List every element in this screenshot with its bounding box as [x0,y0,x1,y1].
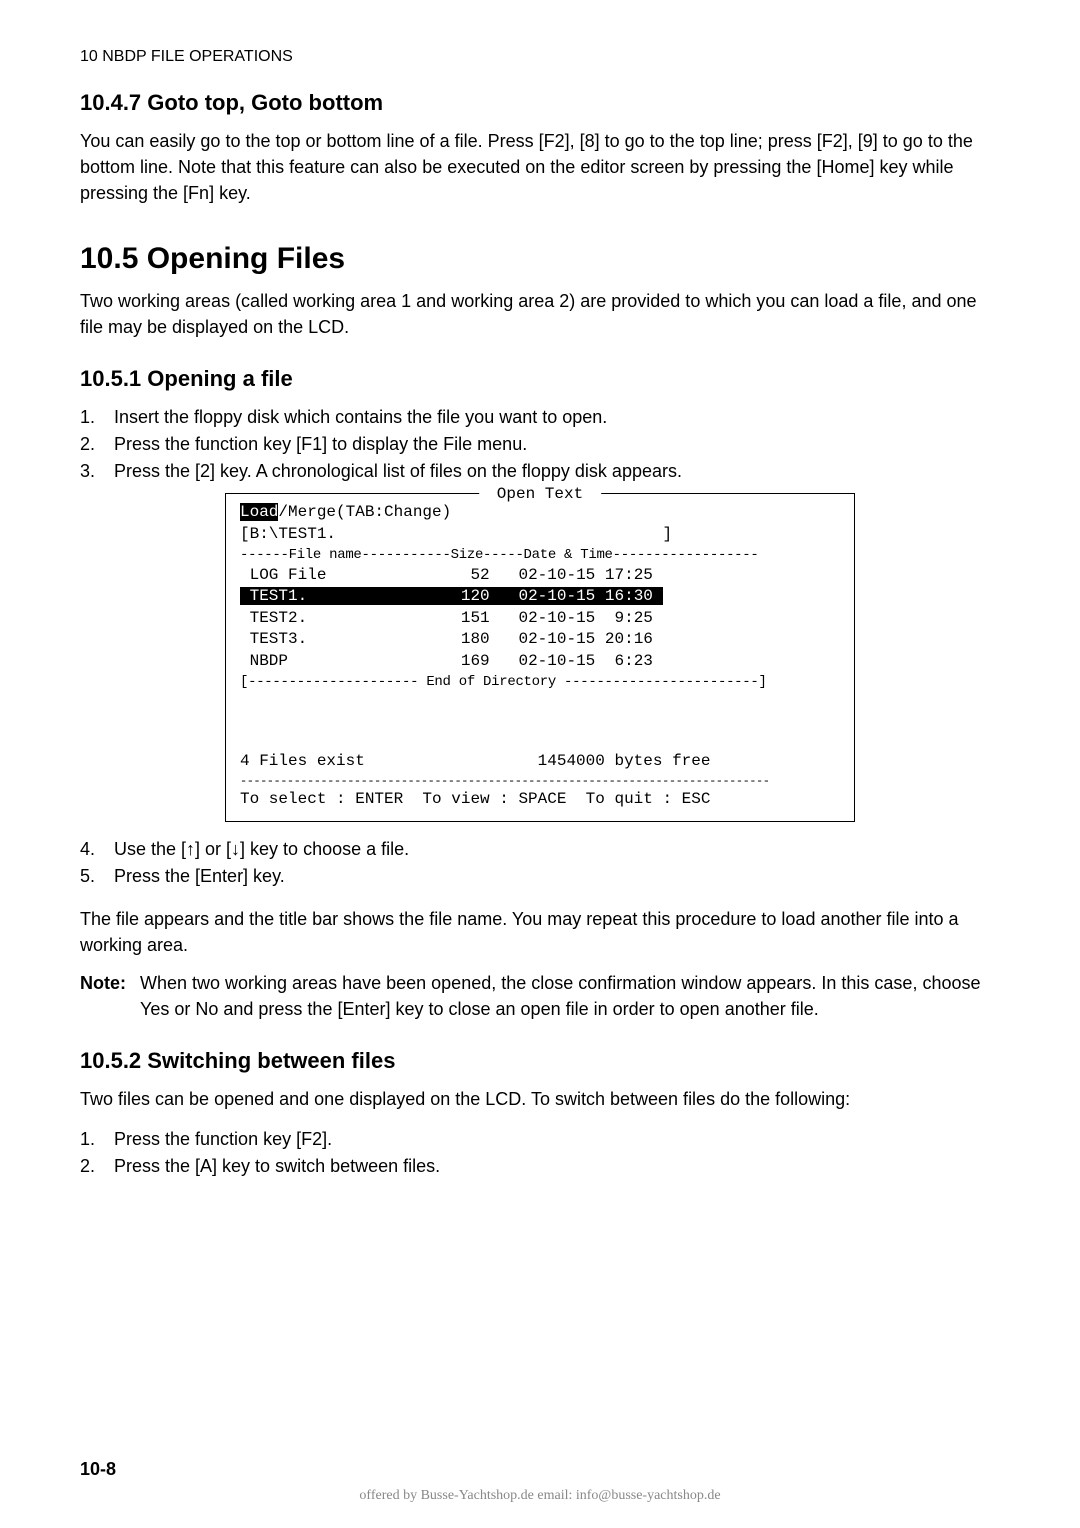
heading-10-5-2: 10.5.2 Switching between files [80,1048,1000,1074]
list-number: 1. [80,404,104,431]
list-number: 1. [80,1126,104,1153]
ordered-list-3: 1. Press the function key [F2]. 2. Press… [80,1126,1000,1180]
note-block: Note: When two working areas have been o… [80,970,1000,1022]
footer-text: offered by Busse-Yachtshop.de email: inf… [0,1488,1080,1504]
ordered-list-1: 1. Insert the floppy disk which contains… [80,404,1000,485]
list-number: 5. [80,863,104,890]
help-row: To select : ENTER To view : SPACE To qui… [240,789,840,811]
page-number: 10-8 [80,1459,116,1480]
list-text: Insert the floppy disk which contains th… [114,404,607,431]
open-text-dialog: Open Text Load/Merge(TAB:Change) [B:\TES… [225,493,855,821]
list-text: Press the [A] key to switch between file… [114,1153,440,1180]
list-text: Press the function key [F2]. [114,1126,332,1153]
para-10-5: Two working areas (called working area 1… [80,288,1000,340]
end-of-directory: [--------------------- End of Directory … [240,673,840,692]
list-number: 3. [80,458,104,485]
load-highlight: Load [240,503,278,521]
heading-10-5-1: 10.5.1 Opening a file [80,366,1000,392]
load-rest: /Merge(TAB:Change) [278,503,451,521]
list-item: 2. Press the [A] key to switch between f… [80,1153,1000,1180]
separator: ----------------------------------------… [240,773,840,789]
ordered-list-2: 4. Use the [↑] or [↓] key to choose a fi… [80,836,1000,890]
list-item: 5. Press the [Enter] key. [80,863,1000,890]
list-number: 2. [80,431,104,458]
list-item: 1. Press the function key [F2]. [80,1126,1000,1153]
file-row: TEST3. 180 02-10-15 20:16 [240,629,840,651]
list-item: 2. Press the function key [F1] to displa… [80,431,1000,458]
list-text: Press the [Enter] key. [114,863,285,890]
dialog-title: Open Text [479,484,601,506]
note-label: Note: [80,970,140,1022]
file-row: TEST2. 151 02-10-15 9:25 [240,608,840,630]
file-row-selected: TEST1. 120 02-10-15 16:30 [240,586,840,608]
columns-header: ------File name-----------Size-----Date … [240,546,840,565]
para-after-list: The file appears and the title bar shows… [80,906,1000,958]
status-row: 4 Files exist 1454000 bytes free [240,751,840,773]
list-item: 4. Use the [↑] or [↓] key to choose a fi… [80,836,1000,863]
list-item: 1. Insert the floppy disk which contains… [80,404,1000,431]
heading-10-4-7: 10.4.7 Goto top, Goto bottom [80,90,1000,116]
list-text: Press the function key [F1] to display t… [114,431,527,458]
heading-10-5: 10.5 Opening Files [80,242,1000,276]
para-10-4-7: You can easily go to the top or bottom l… [80,128,1000,206]
file-row: NBDP 169 02-10-15 6:23 [240,651,840,673]
page-header: 10 NBDP FILE OPERATIONS [80,48,1000,66]
para-10-5-2: Two files can be opened and one displaye… [80,1086,1000,1112]
note-text: When two working areas have been opened,… [140,970,1000,1022]
file-row: LOG File 52 02-10-15 17:25 [240,565,840,587]
list-text: Press the [2] key. A chronological list … [114,458,682,485]
path-row: [B:\TEST1. ] [240,524,840,546]
list-text: Use the [↑] or [↓] key to choose a file. [114,836,409,863]
list-number: 4. [80,836,104,863]
list-number: 2. [80,1153,104,1180]
list-item: 3. Press the [2] key. A chronological li… [80,458,1000,485]
